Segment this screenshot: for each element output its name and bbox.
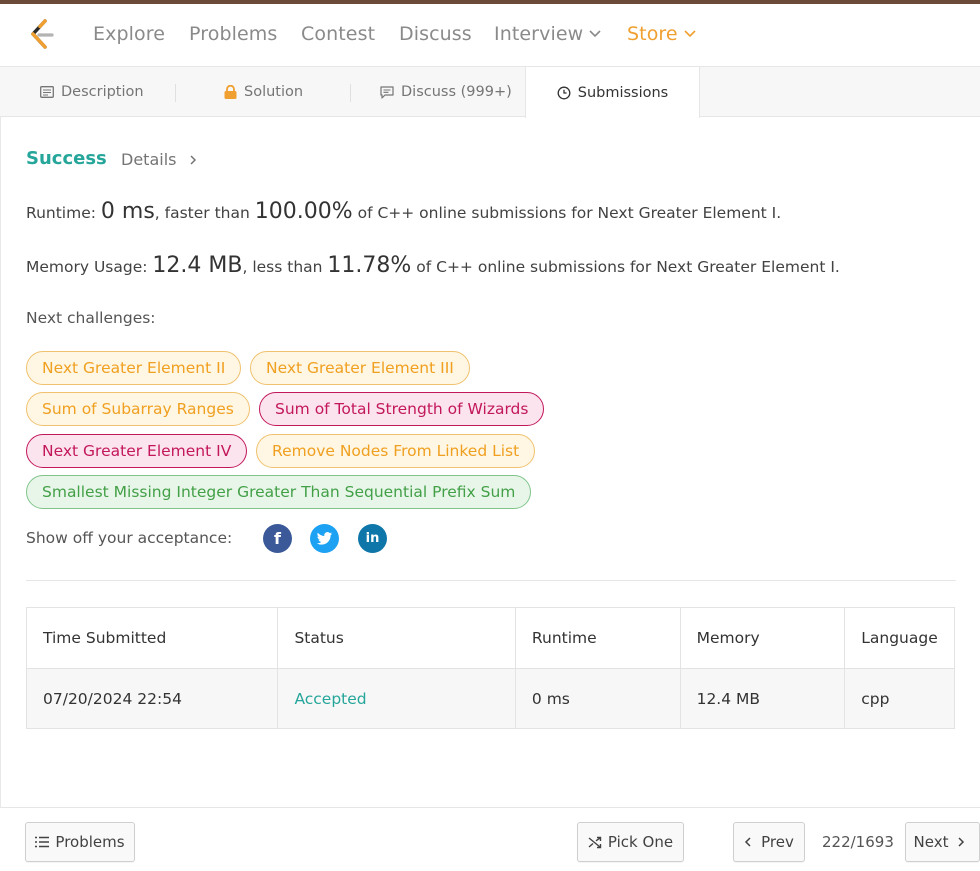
next-label: Next [913, 833, 949, 851]
share-label: Show off your acceptance: [26, 529, 233, 547]
prev-label: Prev [761, 833, 794, 851]
comment-icon [380, 85, 394, 99]
time-submitted-cell: 07/20/2024 22:54 [27, 669, 279, 728]
memory-tail: of C++ online submissions for Next Great… [416, 258, 840, 276]
challenge-tag[interactable]: Sum of Subarray Ranges [26, 392, 250, 426]
nav-discuss[interactable]: Discuss [399, 23, 472, 45]
list-icon [35, 836, 50, 848]
linkedin-icon[interactable]: in [358, 524, 387, 553]
nav-interview[interactable]: Interview [494, 23, 601, 45]
chevron-right-icon [958, 837, 965, 847]
memory-cell: 12.4 MB [681, 669, 846, 728]
tab-description[interactable]: Description [40, 67, 144, 117]
tab-description-label: Description [61, 84, 144, 100]
accepted-status-link[interactable]: Accepted [294, 690, 366, 708]
challenge-tag[interactable]: Smallest Missing Integer Greater Than Se… [26, 475, 532, 509]
twitter-icon[interactable] [310, 524, 339, 553]
runtime-cell: 0 ms [516, 669, 681, 728]
description-icon [40, 86, 54, 98]
column-header: Time Submitted [27, 608, 279, 668]
challenge-tag[interactable]: Next Greater Element III [250, 351, 470, 385]
tab-solution-label: Solution [244, 84, 304, 100]
language-cell: cpp [861, 689, 890, 708]
chevron-left-icon [745, 837, 751, 847]
leetcode-logo-icon[interactable] [26, 18, 58, 52]
chevron-right-icon [190, 155, 196, 165]
runtime-percentile: 100.00% [254, 199, 353, 224]
details-link[interactable]: Details [121, 150, 197, 169]
tab-submissions[interactable]: Submissions [525, 67, 700, 118]
submission-result-panel: Success Details Runtime: 0 ms, faster th… [0, 117, 980, 807]
runtime-value: 0 ms [100, 199, 155, 224]
memory-value: 12.4 MB [152, 253, 243, 278]
problems-button-label: Problems [55, 833, 125, 851]
memory-percentile: 11.78% [327, 253, 412, 278]
tab-separator [175, 84, 176, 102]
result-status: Success [26, 148, 107, 169]
details-label: Details [121, 150, 177, 169]
runtime-mid: , faster than [154, 204, 250, 222]
memory-mid: , less than [242, 258, 323, 276]
tab-discuss-label: Discuss (999+) [401, 84, 512, 100]
memory-label: Memory Usage: [26, 258, 148, 276]
problem-counter: 222/1693 [822, 833, 894, 851]
table-row: 07/20/2024 22:54 Accepted 0 ms 12.4 MB c… [27, 668, 954, 728]
memory-line: Memory Usage: 12.4 MB, less than 11.78% … [26, 253, 840, 278]
chevron-down-icon [589, 30, 601, 38]
problem-tab-bar: Description Solution Discuss (999+) Subm… [0, 67, 980, 118]
nav-interview-label: Interview [494, 23, 584, 45]
nav-store[interactable]: Store [627, 23, 696, 45]
column-header: Language [861, 629, 938, 647]
prev-button[interactable]: Prev [733, 822, 805, 862]
tab-submissions-label: Submissions [577, 84, 669, 101]
nav-problems[interactable]: Problems [189, 23, 277, 45]
problems-button[interactable]: Problems [25, 822, 135, 862]
runtime-tail: of C++ online submissions for Next Great… [357, 204, 782, 222]
challenge-tag[interactable]: Sum of Total Strength of Wizards [259, 392, 545, 426]
bottom-toolbar: Problems Pick One Prev 222/1693 Next [0, 807, 980, 871]
column-header: Runtime [516, 608, 681, 668]
next-button[interactable]: Next [905, 822, 980, 862]
challenge-tag[interactable]: Next Greater Element IV [26, 434, 248, 468]
lock-icon [224, 85, 237, 99]
status-cell: Accepted [278, 669, 516, 728]
tab-separator [350, 84, 351, 102]
runtime-label: Runtime: [26, 204, 96, 222]
column-header: Memory [681, 608, 846, 668]
nav-store-label: Store [627, 23, 678, 45]
nav-contest[interactable]: Contest [301, 23, 375, 45]
tab-solution[interactable]: Solution [224, 67, 303, 117]
top-navbar: Explore Problems Contest Discuss Intervi… [0, 4, 980, 67]
pick-one-button[interactable]: Pick One [577, 822, 684, 862]
challenge-tag[interactable]: Next Greater Element II [26, 351, 242, 385]
column-header: Status [278, 608, 516, 668]
nav-explore[interactable]: Explore [93, 23, 165, 45]
chevron-down-icon [684, 30, 696, 38]
submissions-table: Time Submitted Status Runtime Memory Lan… [26, 607, 955, 729]
challenge-tag[interactable]: Remove Nodes From Linked List [256, 434, 536, 468]
facebook-icon[interactable]: f [263, 524, 292, 553]
section-divider [26, 580, 956, 581]
clock-icon [557, 86, 571, 99]
runtime-line: Runtime: 0 ms, faster than 100.00% of C+… [26, 199, 781, 224]
pick-one-label: Pick One [607, 833, 674, 851]
next-challenges-label: Next challenges: [26, 309, 156, 327]
table-header-row: Time Submitted Status Runtime Memory Lan… [27, 608, 954, 668]
tab-discuss[interactable]: Discuss (999+) [380, 67, 512, 117]
shuffle-icon [588, 836, 602, 848]
